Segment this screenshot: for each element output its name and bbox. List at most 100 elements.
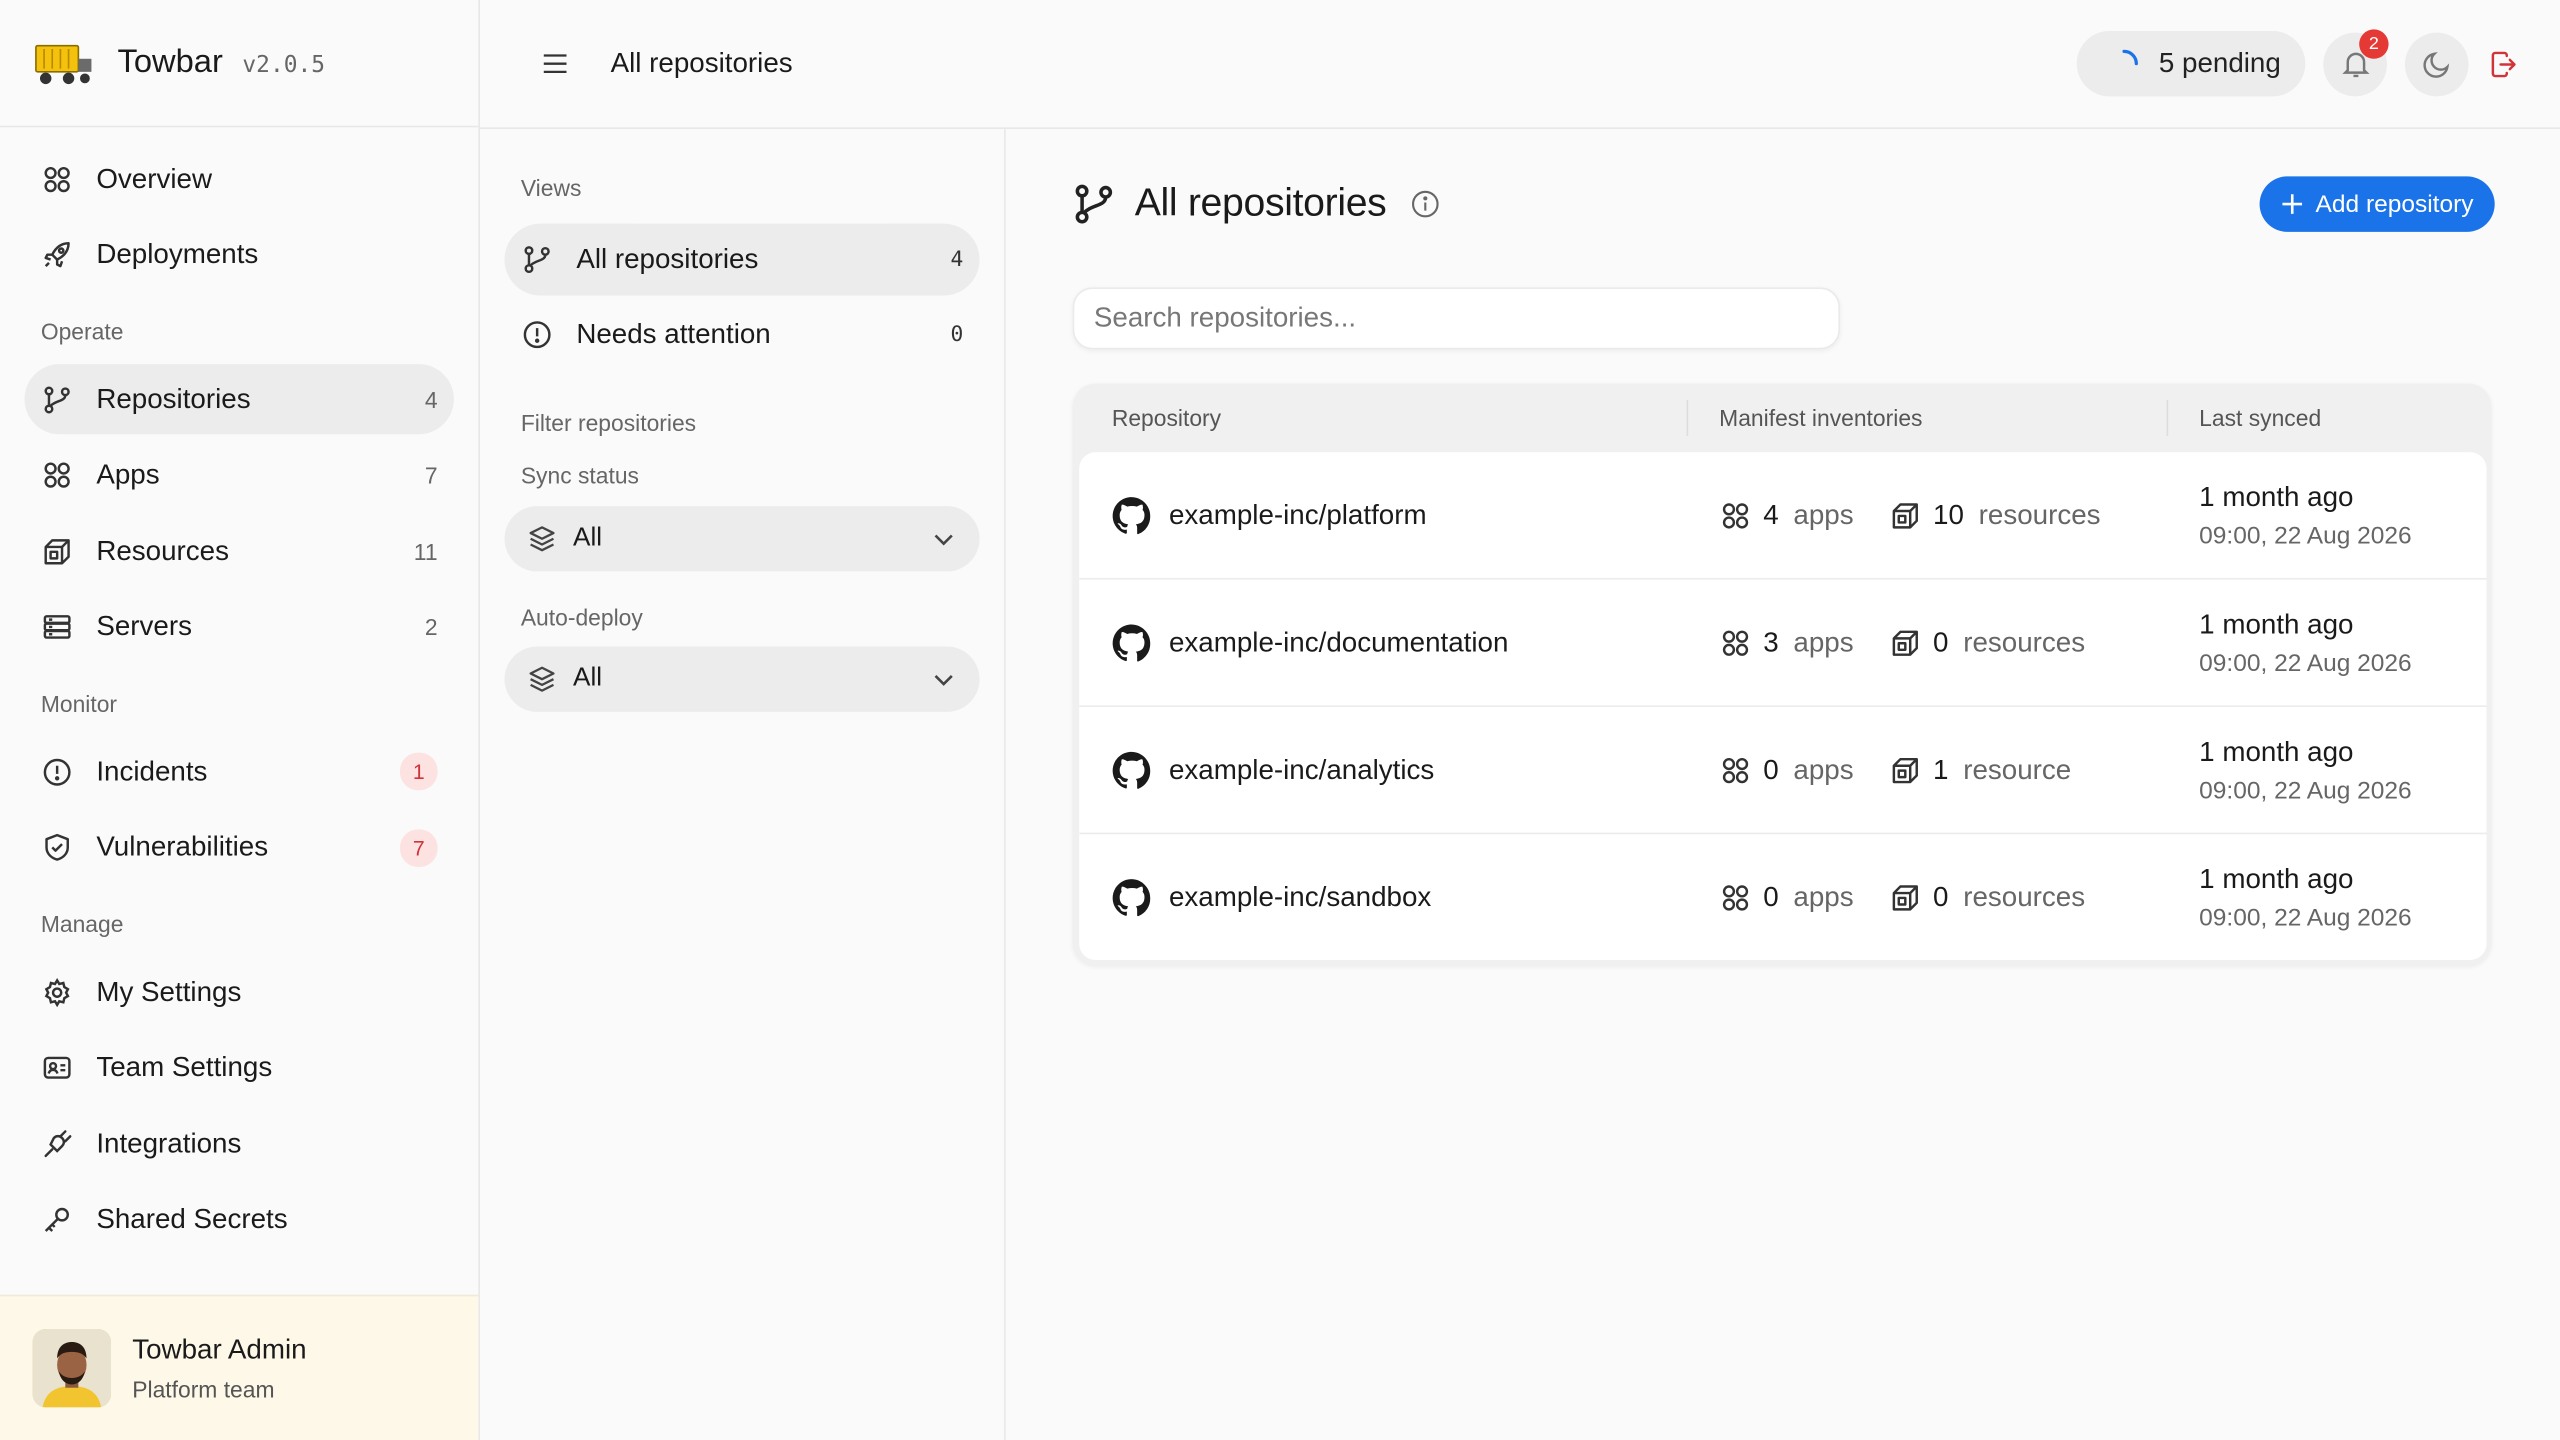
sidebar-section-title: Manage [40,911,124,938]
sidebar-item-my-settings[interactable]: My Settings [24,957,453,1027]
box-icon [1892,884,1918,910]
sidebar-item-overview[interactable]: Overview [24,144,453,214]
repo-cell: example-inc/sandbox [1079,878,1686,917]
sidebar-item-incidents[interactable]: Incidents 1 [24,736,453,806]
sidebar-item-apps[interactable]: Apps 7 [24,440,453,510]
app-root: Towbar v2.0.5 Overview Deployments Opera… [0,0,2560,1440]
truck-logo-icon [35,44,92,84]
resources-count: 0 [1933,880,1949,912]
sidebar-item-vulnerabilities[interactable]: Vulnerabilities 7 [24,812,453,882]
views-panel: Views All repositories 4 Needs attention… [480,128,1006,1440]
pending-jobs-button[interactable]: 5 pending [2077,31,2306,97]
resources-metric: 0 resources [1891,626,2085,659]
box-icon [1892,502,1918,528]
theme-toggle-button[interactable] [2404,31,2469,96]
last-synced-cell: 1 month ago 09:00, 22 Aug 2026 [2167,736,2487,805]
resources-count: 10 [1933,498,1964,530]
auto-deploy-label: Auto-deploy [520,604,643,631]
view-all-repositories[interactable]: All repositories 4 [504,223,980,296]
repo-cell: example-inc/platform [1079,496,1686,535]
last-synced-relative: 1 month ago [2199,608,2354,640]
sidebar-item-label: Repositories [96,382,251,414]
sidebar-item-repositories[interactable]: Repositories 4 [24,364,454,435]
notifications-button[interactable]: 2 [2323,28,2389,96]
sidebar-item-label: Overview [96,162,213,194]
sidebar: Towbar v2.0.5 Overview Deployments Opera… [0,0,481,1440]
apps-count: 4 [1763,498,1779,530]
brand-name: Towbar [117,44,223,80]
repo-cell: example-inc/analytics [1079,750,1686,789]
inventory-cell: 4 apps 10 resources [1687,499,2167,532]
table-row[interactable]: example-inc/platform 4 apps 10 resources [1079,452,2487,580]
last-synced-cell: 1 month ago 09:00, 22 Aug 2026 [2167,481,2487,550]
add-repository-button[interactable]: Add repository [2260,176,2495,232]
view-needs-attention[interactable]: Needs attention 0 [504,299,979,371]
resources-metric: 1 resource [1891,753,2072,786]
table-header: Repository Manifest inventories Last syn… [1079,384,2486,453]
search-input[interactable] [1072,287,1841,350]
brand[interactable]: Towbar v2.0.5 [0,0,479,128]
incidents-count-badge: 1 [400,752,438,791]
resources-unit: resources [1963,880,2086,912]
sidebar-item-label: Vulnerabilities [96,831,269,863]
table-row[interactable]: example-inc/sandbox 0 apps 0 resources 1… [1079,834,2486,960]
apps-unit: apps [1793,880,1854,912]
sidebar-section-title: Monitor [40,690,118,717]
layers-icon [527,664,556,693]
logout-button[interactable] [2478,32,2527,96]
chevron-down-icon [934,534,953,546]
sidebar-item-servers[interactable]: Servers 2 [24,592,453,662]
grid-icon [1722,884,1749,910]
user-profile[interactable]: Towbar Admin Platform team [0,1294,479,1440]
sidebar-item-shared-secrets[interactable]: Shared Secrets [24,1184,453,1254]
column-header-manifest-inventories[interactable]: Manifest inventories [1686,400,2167,436]
repo-name: example-inc/platform [1168,498,1427,530]
rocket-icon [41,238,74,271]
resources-unit: resource [1963,753,2072,785]
view-count: 0 [950,322,964,347]
logout-icon [2490,50,2515,77]
last-synced-relative: 1 month ago [2199,862,2354,894]
sync-status-select[interactable]: All [504,506,980,572]
sidebar-item-team-settings[interactable]: Team Settings [24,1033,453,1103]
column-header-repository[interactable]: Repository [1079,405,1686,431]
last-synced-absolute: 09:00, 22 Aug 2026 [2199,776,2412,805]
last-synced-relative: 1 month ago [2199,480,2354,512]
box-icon [1892,757,1918,783]
sidebar-item-resources[interactable]: Resources 11 [24,516,453,586]
github-icon [1112,751,1151,789]
sidebar-item-count: 2 [424,613,438,640]
grid-icon [1722,502,1749,528]
main-content: All repositories Add repository Reposito… [1007,129,2560,1440]
grid-icon [1722,629,1749,656]
views-section-title: Views [520,174,582,201]
github-icon [1112,623,1151,661]
apps-count: 0 [1763,880,1779,912]
table-row[interactable]: example-inc/documentation 3 apps 0 resou… [1079,580,2487,707]
github-icon [1112,496,1151,534]
key-icon [41,1203,74,1236]
notification-count-badge: 2 [2359,28,2389,58]
sidebar-item-label: Servers [96,610,192,642]
gear-icon [41,976,74,1009]
apps-metric: 4 apps [1721,499,1891,532]
branch-icon [521,243,554,276]
apps-unit: apps [1793,498,1854,530]
github-icon [1112,878,1151,916]
inventory-cell: 0 apps 1 resource [1687,753,2167,786]
apps-unit: apps [1793,626,1854,658]
info-icon[interactable] [1411,189,1440,218]
repo-name: example-inc/analytics [1168,753,1435,785]
auto-deploy-select[interactable]: All [504,646,980,712]
apps-metric: 0 apps [1721,881,1891,914]
sidebar-item-integrations[interactable]: Integrations [24,1109,453,1179]
column-header-last-synced[interactable]: Last synced [2166,400,2487,436]
alert-circle-icon [41,755,74,788]
menu-icon[interactable] [539,47,572,80]
branch-icon [41,383,74,416]
last-synced-cell: 1 month ago 09:00, 22 Aug 2026 [2167,863,2487,932]
table-row[interactable]: example-inc/analytics 0 apps 1 resource [1079,707,2487,835]
sidebar-item-deployments[interactable]: Deployments [24,220,453,290]
inventory-cell: 3 apps 0 resources [1687,626,2167,659]
last-synced-absolute: 09:00, 22 Aug 2026 [2199,903,2412,932]
